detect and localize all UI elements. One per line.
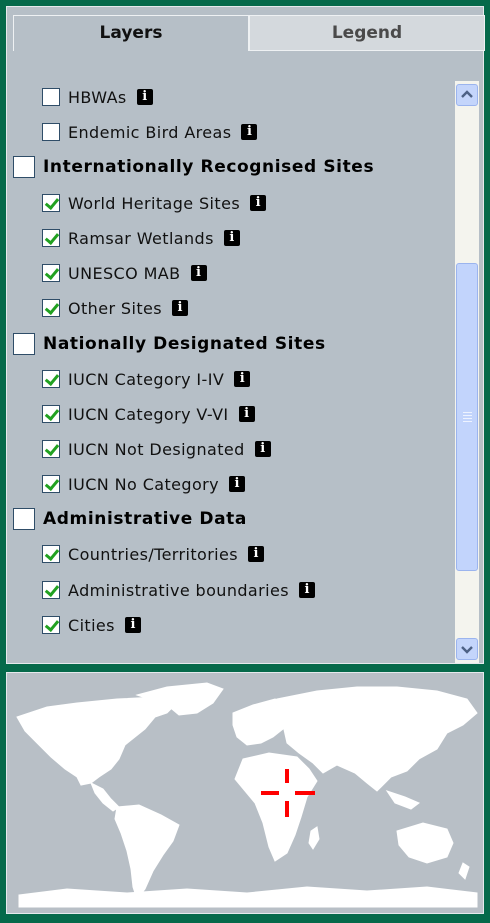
layer-label: Endemic Bird Areas <box>68 122 232 142</box>
info-icon[interactable]: i <box>241 124 258 140</box>
layer-item-other-sites[interactable]: Other Sites i <box>42 296 188 320</box>
layer-label: Nationally Designated Sites <box>43 334 326 354</box>
layer-label: Internationally Recognised Sites <box>43 157 375 177</box>
info-icon[interactable]: i <box>171 300 188 316</box>
layer-label: Other Sites <box>68 298 162 318</box>
layer-item-cities[interactable]: Cities i <box>42 613 141 637</box>
layer-label: Countries/Territories <box>68 544 238 564</box>
layer-list-scrollbar[interactable] <box>455 81 479 663</box>
layer-checkbox[interactable] <box>42 581 60 599</box>
layer-label: IUCN No Category <box>68 474 219 494</box>
info-icon[interactable]: i <box>250 195 267 211</box>
scroll-down-button[interactable] <box>456 638 478 660</box>
layer-label: IUCN Category I-IV <box>68 369 225 389</box>
layer-item-iucn-not-designated[interactable]: IUCN Not Designated i <box>42 437 271 461</box>
chevron-up-icon <box>461 90 473 98</box>
layer-group-nationally-designated-sites[interactable]: Nationally Designated Sites <box>13 332 326 356</box>
layer-label: IUCN Not Designated <box>68 439 245 459</box>
layer-checkbox[interactable] <box>42 123 60 141</box>
layer-checkbox[interactable] <box>13 508 35 530</box>
layer-checkbox[interactable] <box>42 616 60 634</box>
scroll-thumb[interactable] <box>456 263 478 571</box>
scroll-up-button[interactable] <box>456 84 478 106</box>
layer-list: HBWAs i Endemic Bird Areas i Internationally… <box>7 51 453 661</box>
layer-checkbox[interactable] <box>42 440 60 458</box>
layer-item-endemic-bird-areas[interactable]: Endemic Bird Areas i <box>42 120 258 144</box>
layer-checkbox[interactable] <box>42 405 60 423</box>
info-icon[interactable]: i <box>229 476 245 492</box>
layer-checkbox[interactable] <box>13 333 35 355</box>
chevron-down-icon <box>461 646 473 654</box>
layer-checkbox[interactable] <box>13 156 35 178</box>
layer-item-ramsar-wetlands[interactable]: Ramsar Wetlands i <box>42 226 240 250</box>
layer-checkbox[interactable] <box>42 475 60 493</box>
layer-item-hbwas[interactable]: HBWAs i <box>42 85 153 109</box>
layer-label: HBWAs <box>68 87 127 107</box>
tab-layers[interactable]: Layers <box>13 15 249 51</box>
info-icon[interactable]: i <box>136 89 153 105</box>
layer-checkbox[interactable] <box>42 229 60 247</box>
layer-label: Administrative Data <box>43 509 247 529</box>
overview-map[interactable] <box>6 672 484 914</box>
info-icon[interactable]: i <box>234 371 251 387</box>
layer-label: Cities <box>68 615 115 635</box>
layer-item-iucn-category-i-iv[interactable]: IUCN Category I-IV i <box>42 367 251 391</box>
layer-checkbox[interactable] <box>42 194 60 212</box>
layer-item-iucn-no-category[interactable]: IUCN No Category i <box>42 472 245 496</box>
info-icon[interactable]: i <box>248 546 264 562</box>
layer-item-world-heritage-sites[interactable]: World Heritage Sites i <box>42 191 267 215</box>
layer-checkbox[interactable] <box>42 88 60 106</box>
layer-item-iucn-category-v-vi[interactable]: IUCN Category V-VI i <box>42 402 255 426</box>
layer-checkbox[interactable] <box>42 545 60 563</box>
layer-item-unesco-mab[interactable]: UNESCO MAB i <box>42 261 207 285</box>
tab-legend[interactable]: Legend <box>249 15 485 51</box>
layer-label: UNESCO MAB <box>68 263 181 283</box>
layer-label: Ramsar Wetlands <box>68 228 214 248</box>
layer-checkbox[interactable] <box>42 299 60 317</box>
layer-item-administrative-boundaries[interactable]: Administrative boundaries i <box>42 578 315 602</box>
info-icon[interactable]: i <box>298 582 315 598</box>
layer-group-internationally-recognised-sites[interactable]: Internationally Recognised Sites <box>13 155 374 179</box>
layer-group-administrative-data[interactable]: Administrative Data <box>13 507 247 531</box>
world-map <box>16 682 478 908</box>
layer-label: IUCN Category V-VI <box>68 404 229 424</box>
layer-checkbox[interactable] <box>42 370 60 388</box>
layers-panel: Layers Legend HBWAs i Endemic Bird Areas i I… <box>6 6 485 664</box>
layer-checkbox[interactable] <box>42 264 60 282</box>
info-icon[interactable]: i <box>190 265 207 281</box>
layer-label: World Heritage Sites <box>68 193 241 213</box>
layer-label: Administrative boundaries <box>68 580 289 600</box>
info-icon[interactable]: i <box>124 617 141 633</box>
info-icon[interactable]: i <box>238 406 255 422</box>
layer-item-countries-territories[interactable]: Countries/Territories i <box>42 542 264 566</box>
info-icon[interactable]: i <box>223 230 240 246</box>
info-icon[interactable]: i <box>254 441 271 457</box>
